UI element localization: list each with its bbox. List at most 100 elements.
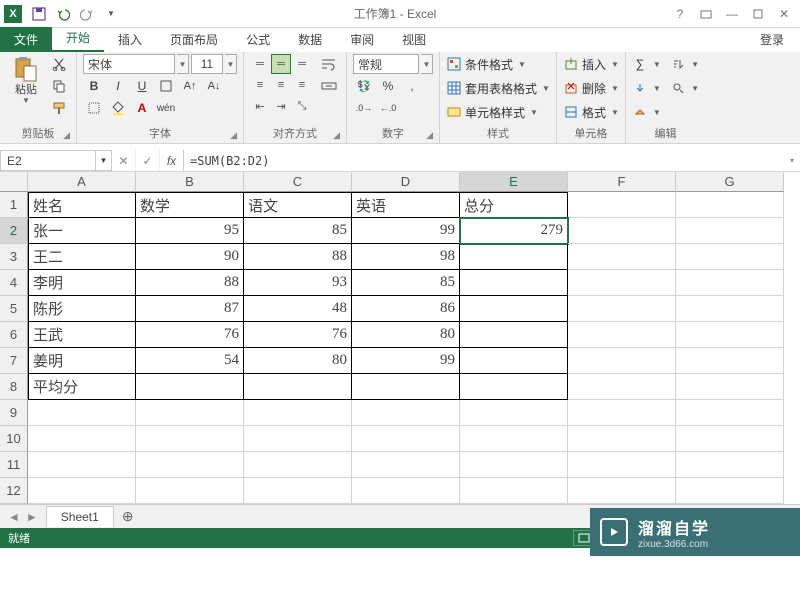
cell[interactable]: 54 [136,348,244,374]
cell[interactable]: 90 [136,244,244,270]
row-header[interactable]: 5 [0,296,28,322]
row-header[interactable]: 7 [0,348,28,374]
cell[interactable] [28,400,136,426]
cell[interactable]: 语文 [244,192,352,218]
cell[interactable]: 平均分 [28,374,136,400]
chevron-down-icon[interactable]: ▼ [421,54,433,74]
launcher-icon[interactable]: ◢ [426,130,433,141]
tab-data[interactable]: 数据 [284,27,336,52]
cell[interactable] [568,478,676,504]
number-format-combo[interactable]: 常规 [353,54,419,74]
row-header[interactable]: 9 [0,400,28,426]
cell[interactable] [676,478,784,504]
cell[interactable] [460,400,568,426]
tab-review[interactable]: 审阅 [336,27,388,52]
cell[interactable]: 279 [460,218,568,244]
copy-icon[interactable] [48,76,70,96]
comma-icon[interactable]: , [401,76,423,96]
cell[interactable]: 86 [352,296,460,322]
cell[interactable] [568,218,676,244]
row-header[interactable]: 10 [0,426,28,452]
row-header[interactable]: 8 [0,374,28,400]
qat-customize-icon[interactable]: ▼ [100,3,122,25]
font-color-icon[interactable]: A [131,98,153,118]
row-header[interactable]: 1 [0,192,28,218]
bold-button[interactable]: B [83,76,105,96]
conditional-format-button[interactable]: 条件格式▼ [446,54,550,74]
cell[interactable]: 姓名 [28,192,136,218]
cell[interactable] [568,348,676,374]
delete-cells-button[interactable]: 删除▼ [563,78,619,98]
cell[interactable] [244,452,352,478]
tab-layout[interactable]: 页面布局 [156,27,232,52]
cell[interactable]: 93 [244,270,352,296]
cell[interactable] [244,478,352,504]
cell[interactable] [460,270,568,296]
column-header[interactable]: B [136,172,244,192]
column-header[interactable]: E [460,172,568,192]
cell[interactable] [352,478,460,504]
cell[interactable]: 98 [352,244,460,270]
autosum-button[interactable]: ∑▼ ▼ [632,54,699,74]
cell[interactable]: 王二 [28,244,136,270]
next-sheet-icon[interactable]: ► [26,510,38,524]
cell[interactable] [676,270,784,296]
cell[interactable] [568,374,676,400]
increase-font-icon[interactable]: A↑ [179,76,201,96]
format-as-table-button[interactable]: 套用表格格式▼ [446,78,550,98]
clear-button[interactable]: ▼ [632,102,699,122]
launcher-icon[interactable]: ◢ [333,130,340,141]
column-header[interactable]: C [244,172,352,192]
cell[interactable] [244,426,352,452]
cell[interactable] [568,192,676,218]
cell[interactable] [568,270,676,296]
chevron-down-icon[interactable]: ▼ [177,54,189,74]
cell[interactable] [568,400,676,426]
maximize-icon[interactable] [746,3,770,25]
cell[interactable] [676,296,784,322]
tab-view[interactable]: 视图 [388,27,440,52]
cell[interactable] [568,244,676,270]
cell[interactable] [568,322,676,348]
launcher-icon[interactable]: ◢ [230,130,237,141]
cell[interactable] [28,426,136,452]
cancel-formula-icon[interactable]: ✕ [112,150,136,171]
row-header[interactable]: 3 [0,244,28,270]
cell[interactable] [460,348,568,374]
increase-indent-icon[interactable]: ⇥ [271,96,291,116]
enter-formula-icon[interactable]: ✓ [136,150,160,171]
font-name-combo[interactable]: 宋体 [83,54,175,74]
help-icon[interactable]: ? [668,3,692,25]
cell[interactable] [136,452,244,478]
cell-styles-button[interactable]: 单元格样式▼ [446,102,550,122]
cell[interactable] [460,322,568,348]
align-center-icon[interactable]: ≡ [271,75,291,95]
cell[interactable] [136,426,244,452]
cell[interactable] [460,426,568,452]
column-header[interactable]: G [676,172,784,192]
minimize-icon[interactable]: — [720,3,744,25]
row-header[interactable]: 6 [0,322,28,348]
row-header[interactable]: 12 [0,478,28,504]
tab-file[interactable]: 文件 [0,27,52,52]
underline-button[interactable]: U [131,76,153,96]
ribbon-options-icon[interactable] [694,3,718,25]
cell[interactable]: 87 [136,296,244,322]
cell[interactable] [136,478,244,504]
cell[interactable] [676,348,784,374]
expand-formula-bar-icon[interactable]: ▾ [784,150,800,171]
phonetic-icon[interactable]: wén [155,98,177,118]
cell[interactable] [676,218,784,244]
cell[interactable] [460,244,568,270]
row-header[interactable]: 11 [0,452,28,478]
add-sheet-icon[interactable]: ⊕ [114,508,142,525]
italic-button[interactable]: I [107,76,129,96]
cell[interactable] [676,426,784,452]
chevron-down-icon[interactable]: ▼ [225,54,237,74]
cell[interactable] [244,400,352,426]
paste-button[interactable]: 粘贴 ▼ [6,54,46,105]
cell[interactable]: 数学 [136,192,244,218]
cell[interactable] [460,296,568,322]
cell[interactable] [568,426,676,452]
cell[interactable] [676,400,784,426]
